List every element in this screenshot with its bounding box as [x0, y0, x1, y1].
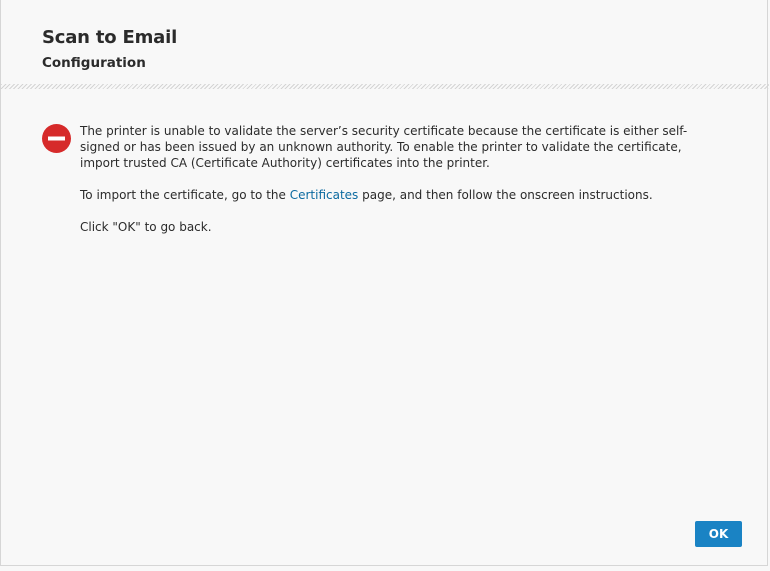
- error-description: The printer is unable to validate the se…: [80, 124, 688, 170]
- dialog-panel: Scan to Email Configuration The printer …: [0, 0, 769, 566]
- ok-button[interactable]: OK: [695, 521, 742, 547]
- header-divider: [1, 84, 769, 89]
- page-subtitle: Configuration: [42, 55, 146, 71]
- import-instructions-prefix: To import the certificate, go to the: [80, 188, 290, 202]
- error-stop-icon: [42, 124, 71, 153]
- certificates-link[interactable]: Certificates: [290, 188, 359, 202]
- go-back-instruction: Click "OK" to go back.: [80, 220, 212, 234]
- import-instructions: To import the certificate, go to the Cer…: [80, 187, 740, 203]
- import-instructions-suffix: page, and then follow the onscreen instr…: [358, 188, 653, 202]
- page-title: Scan to Email: [42, 27, 178, 48]
- error-message: The printer is unable to validate the se…: [80, 123, 740, 251]
